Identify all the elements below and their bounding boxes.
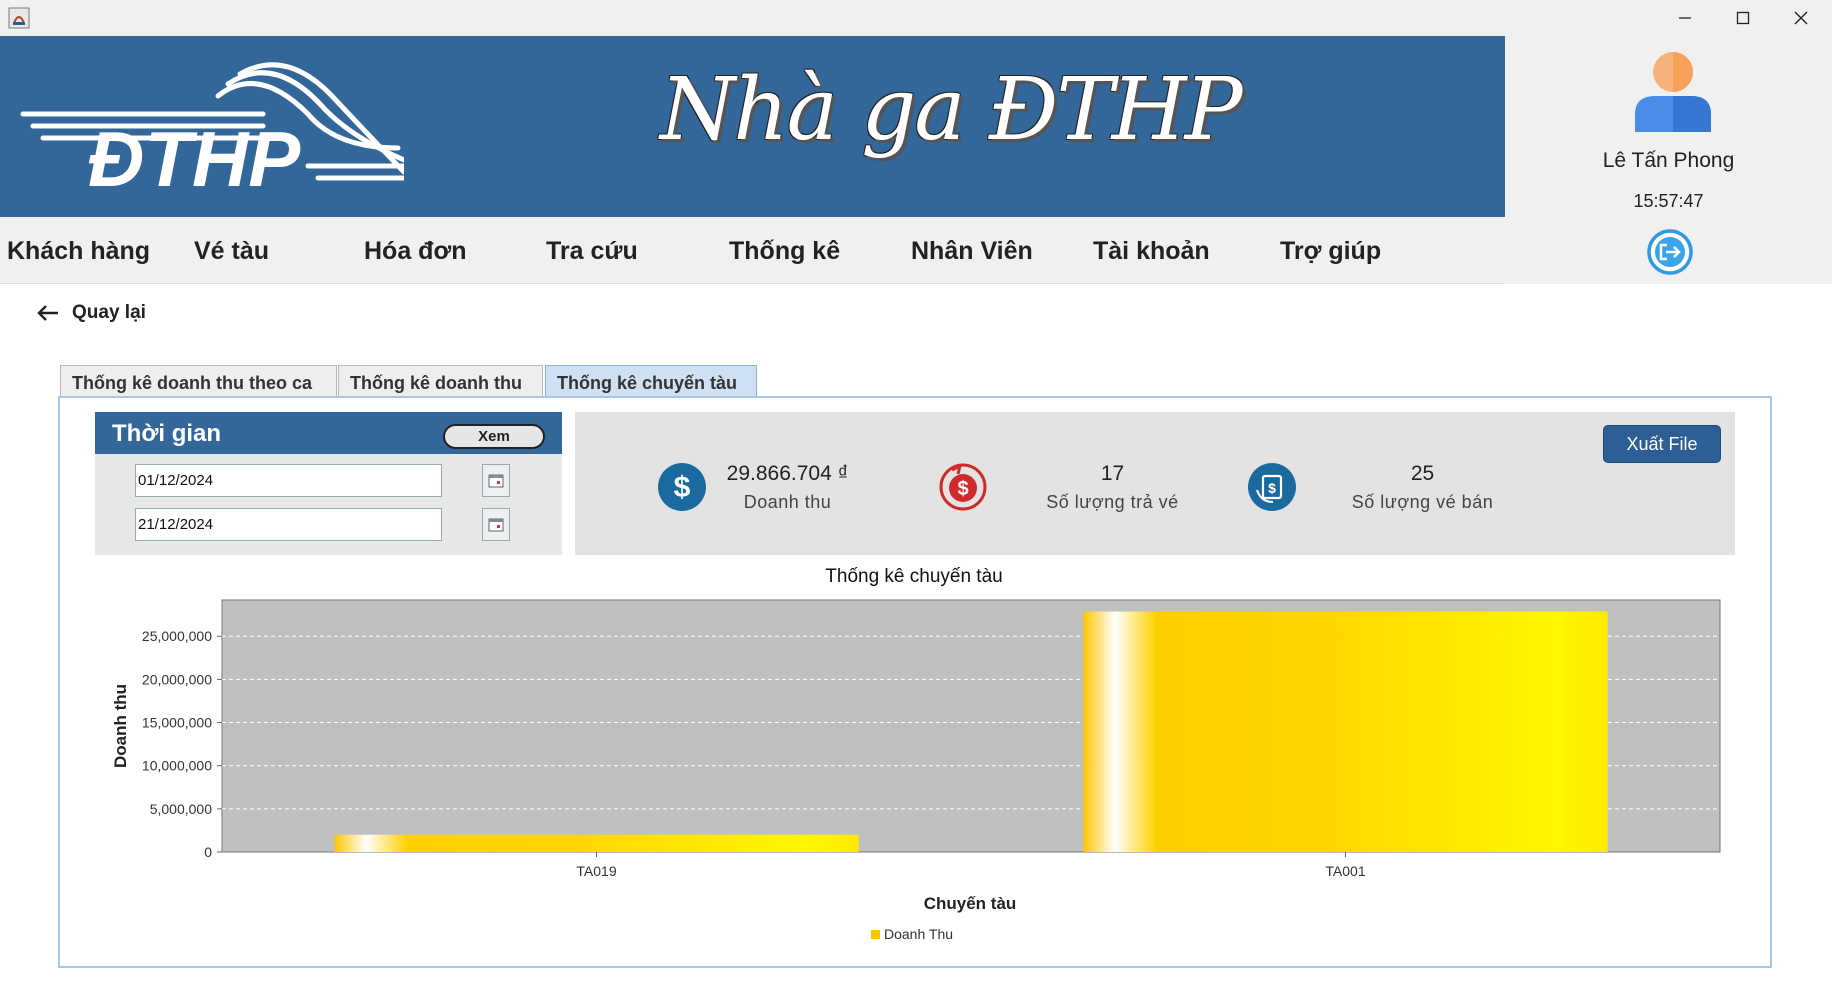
calendar-icon bbox=[488, 518, 504, 531]
svg-text:ĐTHP: ĐTHP bbox=[88, 115, 301, 196]
y-tick-label: 10,000,000 bbox=[142, 758, 212, 774]
logout-icon[interactable] bbox=[1646, 228, 1694, 276]
to-date-field[interactable]: 21/12/2024 bbox=[135, 508, 442, 541]
y-tick-label: 5,000,000 bbox=[150, 801, 212, 817]
sold-count-label: Số lượng vé bán bbox=[1351, 492, 1494, 512]
ticket-sale-icon: $ bbox=[1248, 463, 1296, 511]
x-tick-label: TA019 bbox=[576, 863, 616, 879]
window-title-bar bbox=[0, 0, 1832, 36]
svg-text:$: $ bbox=[674, 471, 691, 504]
refund-count-label: Số lượng trả vé bbox=[1046, 492, 1179, 512]
dthp-logo: ĐTHP bbox=[20, 62, 404, 196]
menu-tra-cuu[interactable]: Tra cứu bbox=[546, 237, 638, 266]
bar-ta001 bbox=[1083, 611, 1608, 852]
maximize-button[interactable] bbox=[1714, 0, 1772, 36]
y-axis-ticks: 0 5,000,000 10,000,000 15,000,000 20,000,000… bbox=[142, 628, 222, 860]
menu-ve-tau[interactable]: Vé tàu bbox=[194, 237, 269, 266]
close-button[interactable] bbox=[1772, 0, 1830, 36]
user-panel: Lê Tấn Phong 15:57:47 bbox=[1505, 36, 1832, 284]
legend-label: Doanh Thu bbox=[884, 926, 953, 942]
maximize-icon bbox=[1736, 11, 1750, 25]
tab-revenue[interactable]: Thống kê doanh thu bbox=[338, 365, 543, 397]
menu-tai-khoan[interactable]: Tài khoản bbox=[1093, 237, 1210, 266]
menu-hoa-don[interactable]: Hóa đơn bbox=[364, 237, 467, 266]
minimize-button[interactable] bbox=[1656, 0, 1714, 36]
time-filter-panel: Thời gian Xem 01/12/2024 21/12/2024 bbox=[95, 412, 562, 555]
x-axis-label: Chuyến tàu bbox=[924, 894, 1017, 913]
y-tick-label: 25,000,000 bbox=[142, 628, 212, 644]
to-date-picker-button[interactable] bbox=[482, 508, 510, 541]
back-label: Quay lại bbox=[72, 302, 146, 323]
java-app-icon bbox=[8, 7, 30, 29]
back-link[interactable]: Quay lại bbox=[36, 302, 146, 324]
y-axis-label: Doanh thu bbox=[111, 684, 130, 768]
summary-stats-panel: $ 29.866.704 ₫ Doanh thu $ 17 Số lượng t… bbox=[575, 412, 1735, 555]
user-avatar-icon bbox=[1635, 52, 1711, 132]
main-menu: Khách hàng Vé tàu Hóa đơn Tra cứu Thống … bbox=[0, 217, 1505, 284]
header-banner: ĐTHP Nhà ga ĐTHP bbox=[0, 36, 1505, 217]
menu-thong-ke[interactable]: Thống kê bbox=[729, 237, 840, 266]
arrow-left-icon bbox=[37, 305, 58, 321]
close-icon bbox=[1794, 11, 1808, 25]
chart-title: Thống kê chuyến tàu bbox=[825, 566, 1002, 587]
export-file-button[interactable]: Xuất File bbox=[1603, 425, 1721, 463]
time-panel-title: Thời gian bbox=[112, 420, 222, 447]
menu-tro-giup[interactable]: Trợ giúp bbox=[1280, 237, 1381, 266]
tab-revenue-by-shift[interactable]: Thống kê doanh thu theo ca bbox=[60, 365, 337, 397]
revenue-value: 29.866.704 ₫ bbox=[726, 462, 849, 485]
x-tick-label: TA001 bbox=[1325, 863, 1365, 879]
y-tick-label: 0 bbox=[204, 844, 212, 860]
view-button[interactable]: Xem bbox=[443, 424, 545, 449]
refund-dollar-icon: $ bbox=[939, 463, 987, 511]
clock: 15:57:47 bbox=[1633, 191, 1704, 211]
svg-text:$: $ bbox=[957, 478, 968, 500]
train-trip-bar-chart: Thống kê chuyến tàu 0 5,000,000 10,000,000… bbox=[111, 566, 1721, 942]
from-date-field[interactable]: 01/12/2024 bbox=[135, 464, 442, 497]
svg-text:$: $ bbox=[1268, 480, 1276, 496]
sold-count-value: 25 bbox=[1410, 462, 1435, 485]
revenue-label: Doanh thu bbox=[743, 492, 832, 512]
dollar-circle-icon: $ bbox=[658, 463, 706, 511]
time-panel-header: Thời gian Xem bbox=[95, 412, 562, 454]
menu-nhan-vien[interactable]: Nhân Viên bbox=[911, 237, 1033, 266]
bar-ta019 bbox=[334, 834, 859, 852]
app-title: Nhà ga ĐTHP bbox=[660, 60, 1243, 160]
y-tick-label: 20,000,000 bbox=[142, 671, 212, 687]
from-date-picker-button[interactable] bbox=[482, 464, 510, 497]
minimize-icon bbox=[1679, 17, 1691, 19]
menu-khach-hang[interactable]: Khách hàng bbox=[7, 237, 150, 266]
tab-train-trip-stats[interactable]: Thống kê chuyến tàu bbox=[545, 365, 757, 397]
legend-swatch bbox=[871, 930, 880, 939]
user-name: Lê Tấn Phong bbox=[1602, 149, 1735, 172]
x-axis-ticks: TA019 TA001 bbox=[576, 852, 1366, 879]
refund-count-value: 17 bbox=[1100, 462, 1125, 485]
calendar-icon bbox=[488, 474, 504, 487]
y-tick-label: 15,000,000 bbox=[142, 715, 212, 731]
